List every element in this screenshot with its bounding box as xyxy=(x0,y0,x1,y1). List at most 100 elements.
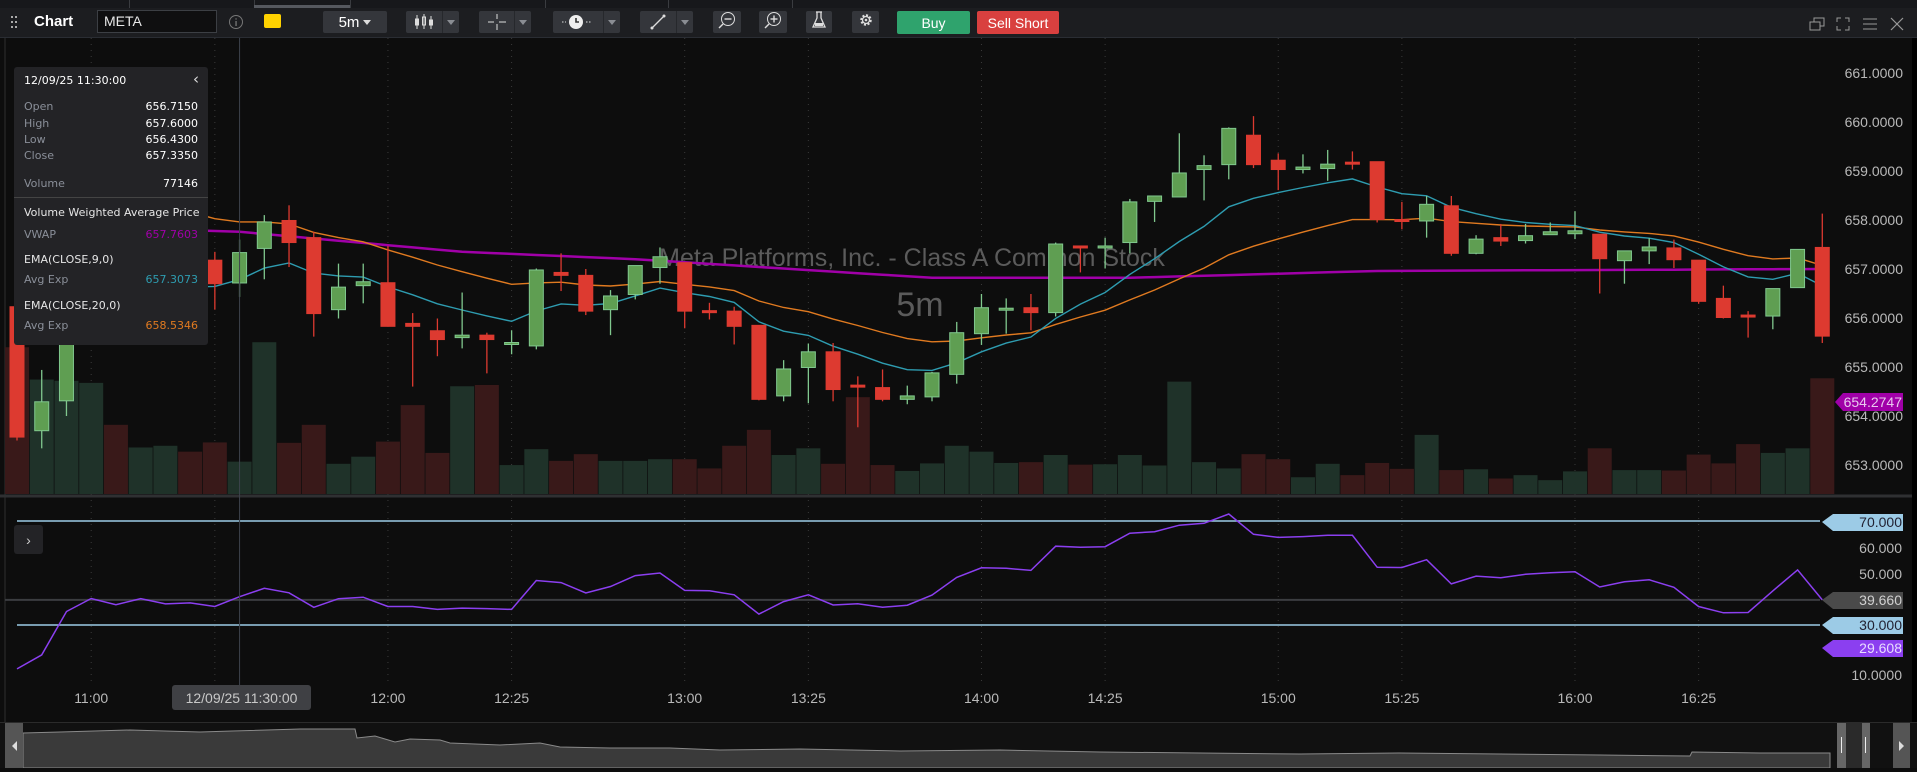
volume-bar-up xyxy=(351,456,376,494)
rsi-axis-label: 10.0000 xyxy=(1851,667,1902,683)
volume-bar-up xyxy=(1637,470,1662,494)
chart-background xyxy=(0,38,1917,722)
ema9-value: 657.3073 xyxy=(145,273,199,286)
rsi-axis-label: 50.000 xyxy=(1859,566,1902,582)
candle-body xyxy=(1443,205,1459,254)
volume-bar-up xyxy=(771,455,796,494)
window-right-edge xyxy=(1912,38,1917,722)
vwap-title: Volume Weighted Average Price xyxy=(24,206,200,219)
candle-body xyxy=(627,265,643,295)
candle-body xyxy=(1344,161,1360,165)
candle-body xyxy=(1493,237,1509,242)
candle-down xyxy=(578,269,594,316)
panel-datetime: 12/09/25 11:30:00 xyxy=(24,74,127,87)
candle-body xyxy=(1592,233,1608,260)
rsi-axis-label: 60.000 xyxy=(1859,540,1902,556)
candle-body xyxy=(1320,163,1336,170)
watermark-company-name: Meta Platforms, Inc. - Class A Common St… xyxy=(659,244,1165,272)
volume-bar-up xyxy=(796,448,821,494)
candle-body xyxy=(256,221,272,249)
navigator-scrollbar[interactable] xyxy=(0,722,1917,768)
candle-body xyxy=(603,295,619,311)
candle-body xyxy=(701,310,717,314)
candle-body xyxy=(776,368,792,397)
price-axis[interactable]: 661.0000 660.0000 659.0000 658.0000 657.… xyxy=(1845,65,1904,473)
chart-canvas[interactable]: Meta Platforms, Inc. - Class A Common St… xyxy=(0,0,1917,772)
volume-bar-up xyxy=(1290,477,1315,494)
low-label: Low xyxy=(24,133,46,146)
volume-bar-down xyxy=(1018,462,1043,494)
volume-bar-down xyxy=(1810,378,1835,494)
volume-bar-down xyxy=(573,454,598,494)
close-value: 657.3350 xyxy=(145,149,199,162)
scroll-left-button[interactable] xyxy=(5,723,23,768)
navigator-left-handle[interactable] xyxy=(1837,723,1846,768)
volume-bar-down xyxy=(722,445,747,494)
candle-up xyxy=(924,371,940,402)
volume-bar-down xyxy=(1488,478,1513,494)
volume-bar-down xyxy=(1068,464,1093,494)
candle-body xyxy=(1122,201,1138,244)
volume-bar-up xyxy=(1760,452,1785,494)
volume-bar-up xyxy=(128,447,153,494)
high-label: High xyxy=(24,117,50,130)
crosshair-time-tag: 12/09/25 11:30:00 xyxy=(172,685,311,710)
volume-bar-up xyxy=(623,460,648,494)
candle-body xyxy=(207,259,223,285)
high-value: 657.6000 xyxy=(145,117,199,130)
candle-body xyxy=(528,269,544,347)
volume-bar-up xyxy=(1414,434,1439,494)
candle-body xyxy=(355,281,371,287)
candle-up xyxy=(1790,248,1806,289)
time-axis-label: 15:00 xyxy=(1260,690,1296,706)
navigator-right-handle[interactable] xyxy=(1862,723,1870,768)
vwap-value: 657.7603 xyxy=(145,228,199,241)
rsi-current-label: 39.660 xyxy=(1859,592,1902,608)
candle-body xyxy=(1369,161,1385,221)
data-window-panel: 12/09/25 11:30:00 ‹ Open 656.7150 High 657… xyxy=(14,67,208,345)
expand-legend-button[interactable]: › xyxy=(14,525,43,554)
candle-body xyxy=(380,282,396,327)
candle-body xyxy=(825,351,841,391)
ema20-title: EMA(CLOSE,20,0) xyxy=(24,299,121,312)
volume-value: 77146 xyxy=(163,177,198,190)
volume-bar-down xyxy=(277,442,302,494)
candle-body xyxy=(1097,245,1113,249)
volume-bar-down xyxy=(746,429,771,494)
candle-body xyxy=(1567,230,1583,235)
price-axis-label: 661.0000 xyxy=(1845,65,1904,81)
candle-up xyxy=(1048,242,1064,317)
candle-body xyxy=(1666,247,1682,261)
time-axis-label: 14:00 xyxy=(963,690,999,706)
volume-bar-up xyxy=(598,460,623,494)
volume-bar-down xyxy=(1661,470,1686,494)
time-axis-label: 12:00 xyxy=(370,690,406,706)
volume-bar-down xyxy=(400,405,425,494)
volume-bar-up xyxy=(326,463,351,494)
volume-bar-down xyxy=(1439,470,1464,494)
candle-body xyxy=(330,286,346,311)
collapse-panel-chevron-left-icon[interactable]: ‹ xyxy=(193,70,199,88)
volume-bar-up xyxy=(1562,471,1587,494)
time-axis-label: 13:00 xyxy=(667,690,703,706)
open-label: Open xyxy=(24,100,54,113)
volume-bar-up xyxy=(1785,448,1810,494)
candle-body xyxy=(1295,166,1311,171)
close-label: Close xyxy=(24,149,54,162)
volume-bar-up xyxy=(1167,381,1192,494)
open-value: 656.7150 xyxy=(145,100,199,113)
candle-body xyxy=(1147,195,1163,202)
scroll-right-button[interactable] xyxy=(1893,723,1910,768)
volume-bar-up xyxy=(1216,468,1241,494)
price-axis-label: 659.0000 xyxy=(1845,163,1904,179)
volume-bar-down xyxy=(375,441,400,494)
volume-bar-up xyxy=(969,451,994,494)
candle-body xyxy=(1196,165,1212,171)
candle-body xyxy=(1542,231,1558,236)
candle-body xyxy=(429,330,445,341)
volume-bar-up xyxy=(1612,470,1637,494)
candle-body xyxy=(1790,248,1806,289)
candle-down xyxy=(1369,161,1385,223)
volume-bar-down xyxy=(672,459,697,494)
candle-up xyxy=(627,265,643,300)
